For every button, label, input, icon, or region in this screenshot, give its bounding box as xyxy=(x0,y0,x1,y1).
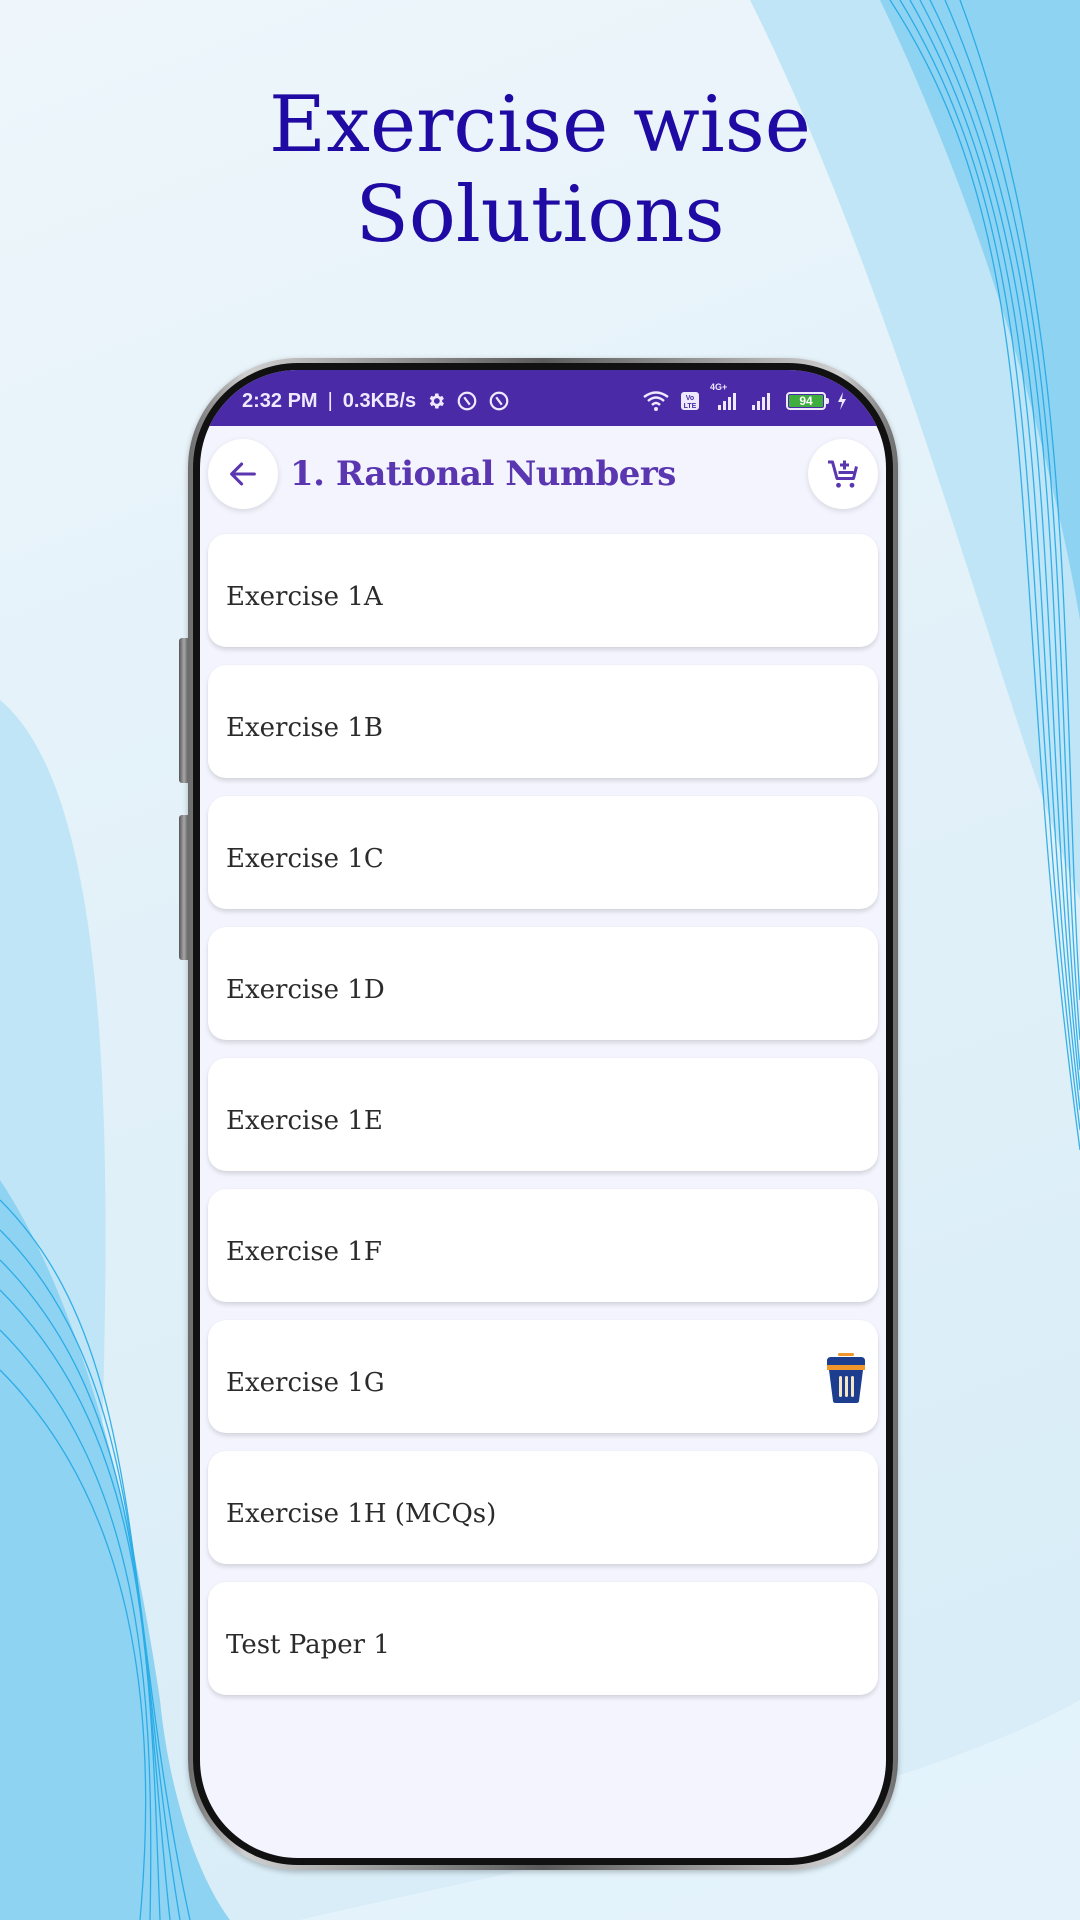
list-item-label: Exercise 1B xyxy=(226,712,383,743)
status-bar: 2:32 PM | 0.3KB/s Vo LTE 4G+ 94 xyxy=(200,370,886,426)
app-notification-icon xyxy=(488,390,510,412)
wifi-icon xyxy=(642,390,670,412)
network-type-label: 4G+ xyxy=(710,382,728,392)
list-item-label: Exercise 1C xyxy=(226,843,384,874)
list-item-label: Exercise 1G xyxy=(226,1367,385,1398)
phone-screen: 2:32 PM | 0.3KB/s Vo LTE 4G+ 94 1. Ratio… xyxy=(200,370,886,1858)
signal-4g-icon: 4G+ xyxy=(710,382,740,411)
page-title: 1. Rational Numbers xyxy=(290,454,676,494)
charging-icon xyxy=(836,391,848,411)
phone-frame: 2:32 PM | 0.3KB/s Vo LTE 4G+ 94 1. Ratio… xyxy=(188,358,898,1870)
list-item-label: Exercise 1F xyxy=(226,1236,382,1267)
list-item-exercise-1d[interactable]: Exercise 1D xyxy=(208,927,878,1040)
headline-line-2: Solutions xyxy=(355,170,725,260)
back-button[interactable] xyxy=(208,439,278,509)
trash-icon[interactable] xyxy=(824,1351,868,1405)
list-item-exercise-1c[interactable]: Exercise 1C xyxy=(208,796,878,909)
list-item-label: Exercise 1D xyxy=(226,974,385,1005)
add-to-cart-button[interactable] xyxy=(808,439,878,509)
list-item-label: Test Paper 1 xyxy=(226,1629,390,1660)
list-item-exercise-1a[interactable]: Exercise 1A xyxy=(208,534,878,647)
add-to-cart-icon xyxy=(825,456,861,492)
signal-icon xyxy=(750,391,776,411)
list-item-label: Exercise 1H (MCQs) xyxy=(226,1498,497,1529)
status-time: 2:32 PM xyxy=(242,389,318,412)
gear-icon xyxy=(426,391,446,411)
app-notification-icon xyxy=(456,390,478,412)
list-item-exercise-1e[interactable]: Exercise 1E xyxy=(208,1058,878,1171)
exercise-list: Exercise 1A Exercise 1B Exercise 1C Exer… xyxy=(200,522,886,1695)
svg-text:LTE: LTE xyxy=(684,403,697,410)
arrow-left-icon xyxy=(226,457,260,491)
app-bar: 1. Rational Numbers xyxy=(200,426,886,522)
list-item-exercise-1f[interactable]: Exercise 1F xyxy=(208,1189,878,1302)
status-net-speed: 0.3KB/s xyxy=(342,389,417,412)
battery-level: 94 xyxy=(789,395,823,407)
headline-line-1: Exercise wise xyxy=(269,80,811,170)
battery-icon: 94 xyxy=(786,392,829,410)
status-separator: | xyxy=(327,389,333,412)
promo-headline: Exercise wise Solutions xyxy=(0,80,1080,260)
list-item-exercise-1h-mcqs[interactable]: Exercise 1H (MCQs) xyxy=(208,1451,878,1564)
list-item-label: Exercise 1E xyxy=(226,1105,383,1136)
list-item-label: Exercise 1A xyxy=(226,581,383,612)
list-item-exercise-1b[interactable]: Exercise 1B xyxy=(208,665,878,778)
svg-text:Vo: Vo xyxy=(686,395,694,402)
volte-icon: Vo LTE xyxy=(680,391,700,411)
list-item-exercise-1g[interactable]: Exercise 1G xyxy=(208,1320,878,1433)
list-item-test-paper-1[interactable]: Test Paper 1 xyxy=(208,1582,878,1695)
